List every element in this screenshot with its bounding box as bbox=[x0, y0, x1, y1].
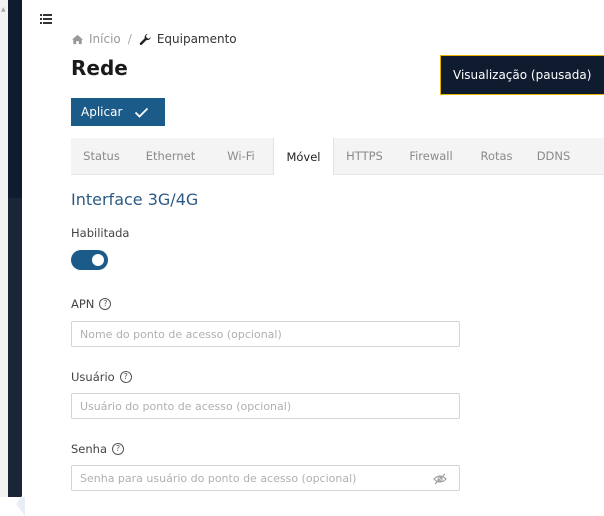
tab-firewall[interactable]: Firewall bbox=[395, 138, 467, 174]
home-icon bbox=[72, 34, 83, 44]
toggle-knob bbox=[92, 254, 104, 266]
enabled-label: Habilitada bbox=[71, 226, 130, 240]
user-input[interactable]: Usuário do ponto de acesso (opcional) bbox=[71, 393, 460, 419]
left-scroll-strip: ▲ bbox=[0, 0, 8, 497]
user-label: Usuário ? bbox=[71, 370, 132, 384]
tab-https[interactable]: HTTPS bbox=[334, 138, 395, 174]
password-input-placeholder: Senha para usuário do ponto de acesso (o… bbox=[80, 471, 357, 485]
apn-input[interactable]: Nome do ponto de acesso (opcional) bbox=[71, 321, 460, 347]
page-title: Rede bbox=[71, 56, 128, 80]
user-input-placeholder: Usuário do ponto de acesso (opcional) bbox=[80, 399, 292, 413]
help-circle-icon[interactable]: ? bbox=[119, 371, 132, 383]
help-circle-icon[interactable]: ? bbox=[99, 298, 112, 310]
menu-icon[interactable] bbox=[40, 14, 52, 24]
check-icon bbox=[135, 107, 149, 118]
tab-ddns[interactable]: DDNS bbox=[526, 138, 581, 174]
breadcrumb-separator: / bbox=[127, 32, 132, 46]
breadcrumb-current: Equipamento bbox=[156, 32, 237, 46]
tab-bar: Status Ethernet Wi-Fi Móvel HTTPS Firewa… bbox=[71, 138, 604, 175]
tab-rotas[interactable]: Rotas bbox=[467, 138, 526, 174]
breadcrumb-home-link[interactable]: Início bbox=[89, 32, 121, 46]
apply-button[interactable]: Aplicar bbox=[71, 98, 165, 126]
help-circle-icon[interactable]: ? bbox=[112, 443, 124, 455]
tab-wifi[interactable]: Wi-Fi bbox=[209, 138, 273, 174]
sidebar-shade bbox=[8, 198, 22, 497]
scroll-up-arrow-icon[interactable]: ▲ bbox=[1, 6, 6, 13]
apn-label: APN ? bbox=[71, 297, 112, 311]
tab-movel[interactable]: Móvel bbox=[273, 138, 334, 175]
enabled-toggle[interactable] bbox=[71, 250, 108, 270]
apn-input-placeholder: Nome do ponto de acesso (opcional) bbox=[80, 327, 282, 341]
section-title: Interface 3G/4G bbox=[71, 190, 199, 209]
sidebar bbox=[8, 0, 25, 516]
password-label: Senha ? bbox=[71, 442, 124, 456]
wrench-icon bbox=[139, 33, 151, 45]
apply-button-label: Aplicar bbox=[81, 105, 123, 119]
tab-ethernet[interactable]: Ethernet bbox=[132, 138, 209, 174]
password-input[interactable]: Senha para usuário do ponto de acesso (o… bbox=[71, 465, 460, 491]
preview-paused-tooltip: Visualização (pausada) bbox=[440, 55, 604, 95]
tab-status[interactable]: Status bbox=[71, 138, 132, 174]
breadcrumb: Início / Equipamento bbox=[71, 32, 237, 46]
eye-off-icon[interactable] bbox=[433, 473, 447, 485]
